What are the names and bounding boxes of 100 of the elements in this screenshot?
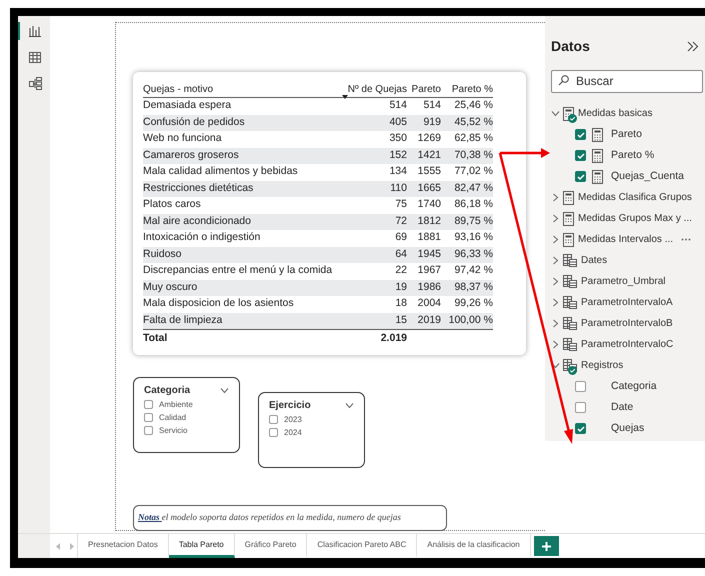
- table-cell-text: 93,16 %: [453, 230, 493, 246]
- checkbox[interactable]: [575, 381, 586, 392]
- grid-icon: [29, 52, 41, 62]
- tree-item[interactable]: Medidas basicas: [578, 106, 652, 121]
- chevron-right-icon[interactable]: [551, 319, 560, 328]
- table-cell-text: 62,85 %: [453, 131, 493, 146]
- table-cell-text: 25,46 %: [453, 98, 493, 114]
- slicer-option[interactable]: Ambiente: [159, 398, 193, 410]
- chevron-down-icon[interactable]: [220, 386, 229, 395]
- column-header[interactable]: Nº de Quejas: [340, 82, 407, 97]
- chevron-right-icon[interactable]: [551, 340, 560, 349]
- model-icon: [28, 76, 42, 90]
- tree-item[interactable]: ParametroIntervaloB: [581, 316, 673, 331]
- table-cell-text: Platos caros: [143, 197, 202, 212]
- tree-item[interactable]: Registros: [581, 358, 624, 373]
- tree-field[interactable]: Quejas_Cuenta: [611, 168, 684, 184]
- plus-icon: [542, 542, 551, 550]
- add-page-button[interactable]: [534, 536, 559, 556]
- table-cell-text: 350: [388, 131, 407, 146]
- table-cell-text: 18: [394, 296, 407, 312]
- chevron-right-icon[interactable]: [551, 235, 560, 244]
- tree-item[interactable]: Medidas Intervalos ...: [578, 232, 674, 247]
- bar-chart-icon: [29, 25, 41, 37]
- slicer-title: Ejercicio: [269, 399, 311, 413]
- table-cell-text: Mala disposicion de los asientos: [143, 296, 295, 312]
- collapse-icon[interactable]: [687, 41, 699, 52]
- tree-item[interactable]: Parametro_Umbral: [581, 274, 666, 289]
- tree-field[interactable]: Pareto %: [611, 148, 654, 164]
- table-cell-text: Mal aire acondicionado: [143, 214, 252, 229]
- checkbox[interactable]: [575, 423, 586, 434]
- table-cell-text: 1740: [416, 197, 441, 212]
- slicer-title: Categoria: [144, 384, 190, 398]
- table-cell-text: 77,02 %: [453, 164, 493, 180]
- table-cell-text: 15: [394, 312, 407, 328]
- table-cell-text: 1665: [416, 180, 441, 196]
- column-header[interactable]: Quejas - motivo: [143, 82, 340, 97]
- search-field[interactable]: Buscar: [551, 70, 703, 92]
- table-cell-text: 69: [394, 230, 407, 246]
- calculator-icon: [592, 170, 603, 184]
- page-tab[interactable]: Tabla Pareto: [168, 534, 235, 558]
- table-cell-text: 152: [388, 148, 407, 163]
- pane-title: Datos: [551, 37, 590, 56]
- table-cell-text: 98,37 %: [453, 280, 493, 295]
- table-cell-text: 45,52 %: [453, 114, 493, 130]
- total-label: Total: [143, 330, 168, 346]
- table-cell-text: 86,18 %: [453, 197, 493, 212]
- checkbox[interactable]: [575, 171, 586, 182]
- checkbox[interactable]: [269, 415, 278, 424]
- chevron-right-icon[interactable]: [551, 214, 560, 223]
- table-cell-text: 1812: [416, 214, 441, 229]
- tree-item[interactable]: Dates: [581, 253, 608, 268]
- checkbox[interactable]: [144, 413, 153, 422]
- checkbox[interactable]: [575, 150, 586, 161]
- chevron-right-icon[interactable]: [551, 277, 560, 286]
- table-cell-text: Mala calidad alimentos y bebidas: [143, 164, 299, 180]
- tree-field[interactable]: Date: [611, 400, 634, 416]
- table-cell-text: 19: [394, 280, 407, 295]
- chevron-right-icon[interactable]: [551, 256, 560, 265]
- tree-field[interactable]: Categoria: [611, 378, 657, 394]
- table-cell-text: 64: [394, 246, 407, 262]
- slicer-option[interactable]: Servicio: [159, 424, 188, 436]
- table-cell-text: 1986: [416, 280, 441, 295]
- checkbox[interactable]: [269, 428, 278, 437]
- more-icon[interactable]: [681, 238, 692, 241]
- chevron-right-icon[interactable]: [551, 193, 560, 202]
- column-header[interactable]: Pareto %: [441, 82, 493, 97]
- tree-field[interactable]: Quejas: [611, 420, 644, 436]
- table-cell-text: 1945: [416, 246, 441, 262]
- checkbox[interactable]: [575, 402, 586, 413]
- table-cell-text: Ruidoso: [143, 246, 183, 262]
- slicer-option[interactable]: 2023: [284, 414, 302, 426]
- table-cell-text: Intoxicación o indigestión: [143, 230, 262, 246]
- tree-item[interactable]: ParametroIntervaloA: [581, 295, 673, 310]
- note-text: Notas el modelo soporta datos repetidos en la medida, numero de quejas: [138, 511, 401, 524]
- checkbox[interactable]: [575, 129, 586, 140]
- chevron-down-icon[interactable]: [551, 109, 560, 118]
- checkbox[interactable]: [144, 426, 153, 435]
- table-cell-text: 97,42 %: [453, 263, 493, 278]
- table-cell-text: 89,75 %: [453, 214, 493, 229]
- table-cell-text: 96,33 %: [453, 246, 493, 262]
- tree-item[interactable]: ParametroIntervaloC: [581, 337, 674, 352]
- tree-item[interactable]: Medidas Grupos Max y ...: [578, 211, 692, 226]
- chevron-down-icon[interactable]: [551, 361, 560, 370]
- chevron-right-icon[interactable]: [551, 298, 560, 307]
- total-value: 2.019: [380, 330, 407, 346]
- column-header[interactable]: Pareto: [407, 82, 441, 97]
- table-cell-text: Restricciones dietéticas: [143, 180, 254, 196]
- table-cell-text: 72: [394, 214, 407, 229]
- slicer-option[interactable]: 2024: [284, 426, 302, 438]
- chevron-down-icon[interactable]: [345, 401, 354, 410]
- table-cell-text: 1555: [416, 164, 441, 180]
- tree-field[interactable]: Pareto: [611, 126, 642, 142]
- slicer-option[interactable]: Calidad: [159, 412, 186, 424]
- table-cell-text: 2019: [416, 312, 441, 328]
- table-cell-text: 99,26 %: [453, 296, 493, 312]
- table-cell-text: 1967: [416, 263, 441, 278]
- tree-item[interactable]: Medidas Clasifica Grupos: [578, 190, 692, 205]
- table-cell-text: Web no funciona: [143, 131, 223, 146]
- checkbox[interactable]: [144, 400, 153, 409]
- calculator-icon: [592, 148, 603, 162]
